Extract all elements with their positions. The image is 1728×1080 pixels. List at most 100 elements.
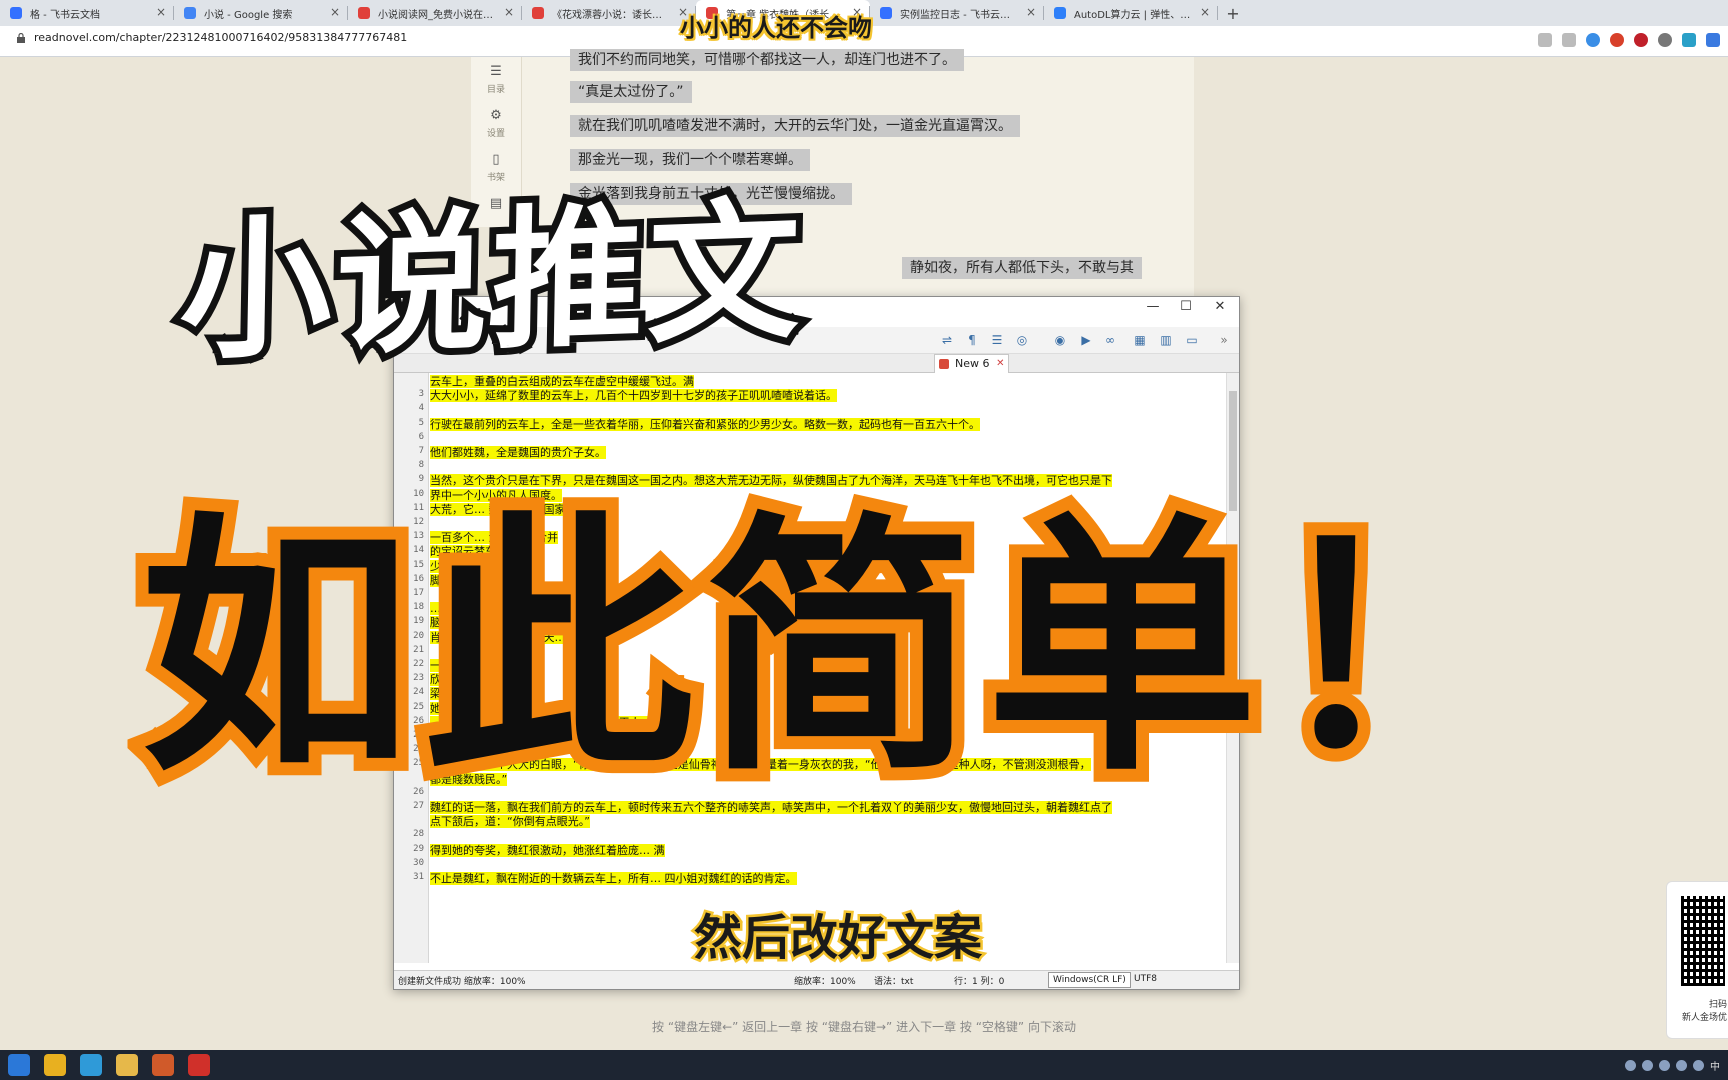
split-icon[interactable]: ▥ [1158, 332, 1174, 348]
close-tab-icon[interactable]: × [330, 5, 340, 19]
extension-icon[interactable] [1610, 33, 1624, 47]
sidebar-item-label: 书架 [486, 173, 505, 183]
lock-icon [17, 32, 25, 43]
folder-icon[interactable] [116, 1054, 138, 1076]
record-icon[interactable]: ◉ [1052, 332, 1068, 348]
highlighted-text: 行驶在最前列的云车上，全是一些衣着华丽，压仰着兴奋和紧张的少男少女。略数一数，起… [430, 417, 980, 431]
chapter-paragraph: “真是太过份了。” [570, 81, 692, 103]
extension-icon[interactable] [1682, 33, 1696, 47]
extension-icon[interactable] [1706, 33, 1720, 47]
close-button[interactable]: ✕ [1206, 299, 1234, 314]
tray-icon[interactable] [1659, 1060, 1670, 1071]
tab-title: 实例监控日志 - 飞书云文档 [900, 9, 1018, 21]
highlighted-text: 云车上，重叠的白云组成的云车在虚空中缓缓飞过。满 [430, 375, 694, 388]
line-number: 9 [418, 474, 424, 485]
play-icon[interactable]: ▶ [1078, 332, 1094, 348]
panel-icon[interactable]: ▦ [1132, 332, 1148, 348]
minimize-button[interactable]: — [1139, 299, 1167, 314]
line-number: 5 [418, 417, 424, 428]
office-icon[interactable] [152, 1054, 174, 1076]
tab-new-6[interactable]: New 6 ✕ [934, 354, 1009, 373]
editor-line: 得到她的夸奖，魏红很激动，她涨红着脸庞… 满 [430, 843, 665, 858]
editor-line: 行驶在最前列的云车上，全是一些衣着华丽，压仰着兴奋和紧张的少男少女。略数一数，起… [430, 417, 980, 432]
editor-line: 云车上，重叠的白云组成的云车在虚空中缓缓飞过。满 [430, 375, 694, 389]
extension-icon[interactable] [1586, 33, 1600, 47]
bookmark-star-icon[interactable] [1562, 33, 1576, 47]
macro-icon[interactable]: ∞ [1102, 332, 1118, 348]
line-number: 7 [418, 446, 424, 456]
address-bar[interactable]: readnovel.com/chapter/22312481000716402/… [16, 31, 407, 44]
tab-title: 格 - 飞书云文档 [30, 9, 100, 21]
sidebar-item[interactable]: ☰ 目录 [471, 64, 521, 96]
chapter-paragraph: 就在我们叽叽喳喳发泄不满时，大开的云华门处，一道金光直逼霄汉。 [570, 115, 1020, 137]
tray-icon[interactable] [1625, 1060, 1636, 1071]
sidebar-item-label: 设置 [486, 129, 505, 139]
typora-icon[interactable] [80, 1054, 102, 1076]
line-ending-select[interactable]: Windows(CR LF) [1048, 972, 1131, 988]
extension-icon[interactable] [1658, 33, 1672, 47]
browser-tab[interactable]: 《花戏漂蓉小说：诿长生》最新× [522, 0, 696, 26]
tab-title: AutoDL算力云 | 弹性、好用、省 [1074, 9, 1192, 21]
maximize-button[interactable]: ☐ [1172, 299, 1200, 314]
windows-start-icon[interactable] [8, 1054, 30, 1076]
tray-icon[interactable] [1642, 1060, 1653, 1071]
indent-icon[interactable]: ☰ [989, 332, 1005, 348]
new-tab-button[interactable]: + [1218, 0, 1248, 26]
close-tab-icon[interactable]: × [504, 5, 514, 19]
qr-label-2: 新人金场优 [1681, 1013, 1727, 1023]
wrap-icon[interactable]: ⇌ [939, 332, 955, 348]
editor-line: 不止是魏红，飘在附近的十数辆云车上，所有… 四小姐对魏红的话的肯定。 [430, 872, 797, 886]
bookshelf-icon: ▯ [492, 152, 500, 167]
sidebar-item[interactable]: ⚙ 设置 [471, 109, 521, 140]
file-icon [939, 359, 949, 369]
pilcrow-icon[interactable]: ¶ [964, 332, 980, 348]
video-subtitle: 然后改好文案 [691, 908, 984, 969]
status-language: 语法：txt [874, 977, 914, 987]
browser-tab[interactable]: 小说阅读网_免费小说在线阅读_ × [348, 0, 522, 26]
close-tab-icon[interactable]: × [1026, 5, 1036, 19]
tab-title: 小说 - Google 搜索 [204, 9, 293, 21]
ime-indicator[interactable]: 中 [1710, 1058, 1720, 1073]
target-icon[interactable]: ◎ [1014, 332, 1030, 348]
headline-main: 如此简单！ [127, 487, 1553, 813]
editor-line: 点下颔后，道：“你倒有点眼光。” [430, 815, 590, 829]
share-icon[interactable] [1538, 33, 1552, 47]
line-number: 3 [418, 389, 424, 400]
tab-favicon-icon [1054, 7, 1066, 19]
monitor-icon[interactable]: ▭ [1184, 332, 1200, 348]
channel-watermark: 小小的人还不会吻 [680, 14, 872, 42]
line-number: 8 [418, 460, 424, 471]
browser-tab[interactable]: 实例监控日志 - 飞书云文档 × [870, 0, 1044, 26]
editor-line: 他们都姓魏，全是魏国的贵介子女。 [430, 446, 606, 460]
qr-panel[interactable]: 扫码 新人金场优 [1666, 881, 1728, 1039]
tab-favicon-icon [880, 7, 892, 19]
network-icon[interactable] [1676, 1060, 1687, 1071]
status-encoding: UTF8 [1134, 974, 1157, 984]
line-number: 30 [413, 857, 424, 868]
keyboard-hint: 按 “键盘左键←” 返回上一章 按 “键盘右键→” 进入下一章 按 “空格键” … [652, 1020, 1076, 1034]
chapter-paragraph: 静如夜，所有人都低下头，不敢与其 [902, 257, 1142, 279]
more-icon[interactable]: » [1216, 332, 1232, 348]
editor-line: 大大小小，延绵了数里的云车上，几百个十四岁到十七岁的孩子正叽叽喳喳说着话。 [430, 389, 837, 403]
line-number: 4 [418, 403, 424, 414]
close-tab-icon[interactable]: × [1200, 5, 1210, 19]
close-tab-icon[interactable]: × [156, 5, 166, 19]
volume-icon[interactable] [1693, 1060, 1704, 1071]
chrome-icon[interactable] [44, 1054, 66, 1076]
url-text: readnovel.com/chapter/22312481000716402/… [34, 31, 408, 44]
sidebar-item[interactable]: ▯ 书架 [471, 152, 521, 184]
tab-title: 小说阅读网_免费小说在线阅读_ [378, 9, 496, 21]
browser-tab[interactable]: 小说 - Google 搜索 × [174, 0, 348, 26]
list-icon: ☰ [490, 64, 502, 79]
editor-line: 当然，这个贵介只是在下界，只是在魏国这一国之内。想这大荒无边无际，纵使魏国占了九… [430, 474, 1112, 488]
app-red-icon[interactable] [188, 1054, 210, 1076]
browser-tab[interactable]: 格 - 飞书云文档 × [0, 0, 174, 26]
chapter-paragraph: 那金光一现，我们一个个噤若寒蝉。 [570, 149, 810, 171]
tab-favicon-icon [184, 7, 196, 19]
tab-favicon-icon [10, 7, 22, 19]
extension-icon[interactable] [1634, 33, 1648, 47]
close-tab-icon[interactable]: ✕ [996, 355, 1004, 373]
browser-tab[interactable]: AutoDL算力云 | 弹性、好用、省 × [1044, 0, 1218, 26]
highlighted-text: 得到她的夸奖，魏红很激动，她涨红着脸庞… 满 [430, 843, 665, 857]
highlighted-text: 大大小小，延绵了数里的云车上，几百个十四岁到十七岁的孩子正叽叽喳喳说着话。 [430, 389, 837, 403]
